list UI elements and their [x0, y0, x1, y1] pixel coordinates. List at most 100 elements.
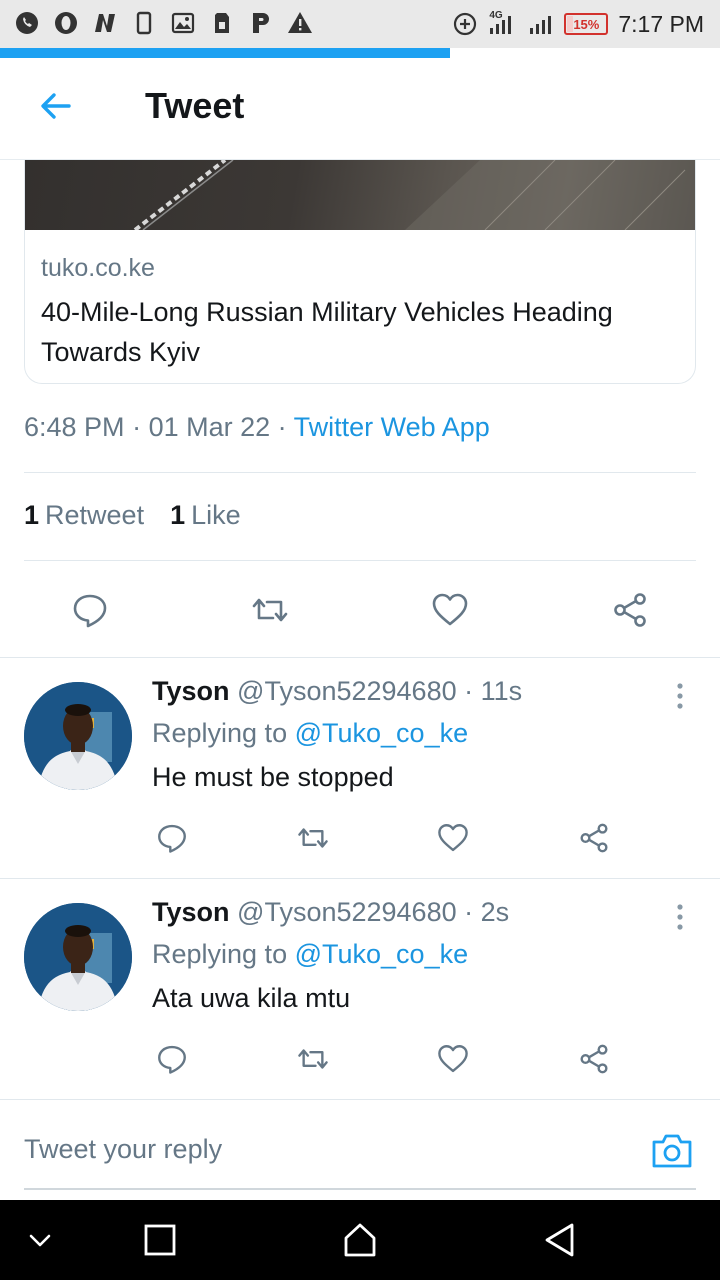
link-card-domain: tuko.co.ke — [41, 254, 155, 282]
reply-time: · 2s — [464, 897, 510, 927]
replying-to-prefix: Replying to — [152, 939, 288, 969]
battery-indicator: 15% — [564, 13, 609, 35]
author-handle[interactable]: @Tyson52294680 — [237, 676, 457, 706]
comment-icon — [158, 824, 186, 853]
tweet-stats: 1 Retweet 1 Like — [24, 500, 241, 531]
likes-stat[interactable]: 1 Like — [170, 500, 241, 531]
tweet-date: 01 Mar 22 — [148, 412, 271, 442]
avatar[interactable] — [24, 682, 132, 790]
more-options-button[interactable] — [666, 678, 694, 714]
share-button[interactable] — [572, 1039, 616, 1079]
reply-header: Tyson @Tyson52294680 · 2s — [152, 897, 509, 928]
data-saver-icon — [452, 11, 478, 37]
tweet-timestamp: 6:48 PM · 01 Mar 22 · Twitter Web App — [24, 412, 490, 443]
nav-hide-button[interactable] — [16, 1216, 64, 1264]
comment-icon — [73, 594, 107, 628]
opera-icon — [53, 10, 79, 36]
gallery-icon — [170, 10, 196, 36]
author-name[interactable]: Tyson — [152, 676, 230, 706]
like-count: 1 — [170, 500, 186, 530]
phone-icon — [131, 10, 157, 36]
page-title: Tweet — [145, 85, 245, 126]
heart-icon — [438, 824, 468, 852]
nav-recents-button[interactable] — [136, 1216, 184, 1264]
reply-header: Tyson @Tyson52294680 · 11s — [152, 676, 522, 707]
square-icon — [144, 1224, 176, 1256]
link-card-title: 40-Mile-Long Russian Military Vehicles H… — [41, 297, 613, 367]
back-button[interactable] — [34, 84, 78, 128]
retweet-count: 1 — [24, 500, 40, 530]
like-button[interactable] — [431, 1039, 475, 1079]
retweets-stat[interactable]: 1 Retweet — [24, 500, 144, 531]
tweet-time: 6:48 PM — [24, 412, 125, 442]
more-vertical-icon — [677, 904, 683, 930]
reply-time: · 11s — [464, 676, 523, 706]
retweet-button[interactable] — [246, 586, 294, 634]
reply-text: Ata uwa kila mtu — [152, 983, 351, 1013]
reply-button[interactable] — [150, 1039, 194, 1079]
meta-separator: · — [124, 412, 149, 442]
divider — [24, 472, 696, 473]
n-news-icon — [92, 10, 118, 36]
replying-to: Replying to @Tuko_co_ke — [152, 718, 468, 749]
retweet-icon — [252, 598, 288, 622]
p-app-icon — [248, 10, 274, 36]
status-bar: 4G 15% 7:17 PM — [0, 0, 720, 48]
back-triangle-icon — [545, 1223, 574, 1257]
signal-icon — [528, 11, 554, 37]
heart-icon — [432, 593, 468, 626]
comment-icon — [158, 1045, 186, 1074]
reply-composer: Tweet your reply — [0, 1100, 720, 1200]
replying-to: Replying to @Tuko_co_ke — [152, 939, 468, 970]
link-card-image — [25, 160, 695, 232]
divider — [24, 560, 696, 561]
author-name[interactable]: Tyson — [152, 897, 230, 927]
heart-icon — [438, 1045, 468, 1073]
page-load-progress — [0, 48, 450, 58]
warning-icon — [287, 10, 313, 36]
reply-item[interactable]: Tyson @Tyson52294680 · 11s Replying to @… — [0, 658, 720, 878]
retweet-icon — [298, 1049, 328, 1069]
link-card[interactable]: tuko.co.ke 40-Mile-Long Russian Military… — [24, 160, 696, 384]
signal-4g-icon: 4G — [488, 10, 518, 37]
more-options-button[interactable] — [666, 899, 694, 935]
nav-back-button[interactable] — [536, 1216, 584, 1264]
home-icon — [344, 1223, 376, 1257]
battery-percent: 15% — [573, 16, 600, 32]
camera-button[interactable] — [646, 1126, 698, 1174]
reply-input[interactable]: Tweet your reply — [24, 1134, 222, 1165]
author-handle[interactable]: @Tyson52294680 — [237, 897, 457, 927]
chevron-down-icon — [29, 1234, 51, 1247]
share-button[interactable] — [572, 818, 616, 858]
app-header: Tweet — [0, 58, 720, 160]
nav-home-button[interactable] — [336, 1216, 384, 1264]
input-underline — [24, 1188, 696, 1190]
clock: 7:17 PM — [618, 10, 704, 37]
mention-link[interactable]: @Tuko_co_ke — [295, 718, 469, 748]
camera-icon — [652, 1134, 692, 1168]
sim-icon — [209, 10, 235, 36]
like-label: Like — [191, 500, 241, 530]
retweet-icon — [298, 828, 328, 848]
reply-button[interactable] — [66, 586, 114, 634]
back-arrow-icon — [41, 93, 71, 119]
reply-text: He must be stopped — [152, 762, 394, 792]
like-button[interactable] — [431, 818, 475, 858]
more-vertical-icon — [677, 683, 683, 709]
meta-separator: · — [270, 412, 294, 442]
reply-item[interactable]: Tyson @Tyson52294680 · 2s Replying to @T… — [0, 879, 720, 1099]
tweet-source-link[interactable]: Twitter Web App — [294, 412, 490, 442]
mention-link[interactable]: @Tuko_co_ke — [295, 939, 469, 969]
reply-button[interactable] — [150, 818, 194, 858]
battery-level — [567, 16, 574, 32]
share-icon — [580, 823, 608, 853]
retweet-button[interactable] — [291, 1039, 335, 1079]
share-icon — [614, 593, 646, 627]
avatar[interactable] — [24, 903, 132, 1011]
retweet-button[interactable] — [291, 818, 335, 858]
like-button[interactable] — [426, 586, 474, 634]
retweet-label: Retweet — [45, 500, 145, 530]
share-icon — [580, 1044, 608, 1074]
share-button[interactable] — [606, 586, 654, 634]
notification-icons — [14, 10, 313, 36]
